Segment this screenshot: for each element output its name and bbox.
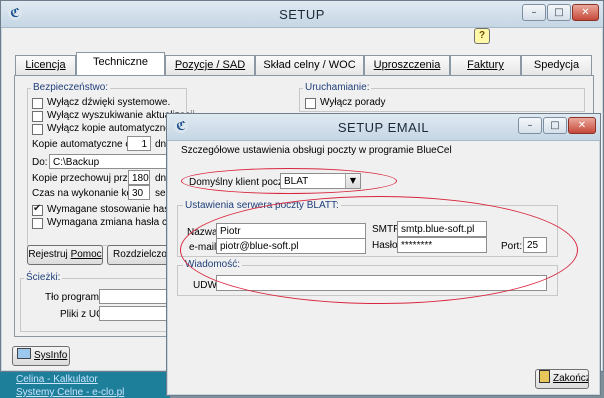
email-window: ℭ SETUP EMAIL – □ ✕ Szczegółowe ustawien…: [166, 113, 601, 396]
backup-dir-label: Do:: [32, 157, 48, 168]
disable-autocopy-checkbox[interactable]: [32, 124, 43, 135]
tab-faktury[interactable]: Faktury: [450, 55, 521, 75]
server-group-title: Ustawienia serwera poczty BLATT:: [183, 200, 341, 211]
keep-copies-input[interactable]: 180: [128, 170, 150, 185]
tab-spedycja[interactable]: Spedycja: [521, 55, 592, 75]
chevron-down-icon[interactable]: ▼: [345, 174, 360, 188]
disable-tips-label: Wyłącz porady: [320, 97, 386, 108]
disable-autocopy-label: Wyłącz kopie automatyczne.: [47, 123, 174, 134]
email-maximize-button[interactable]: □: [543, 117, 567, 134]
close-button[interactable]: ✕: [572, 4, 599, 21]
maximize-button[interactable]: □: [547, 4, 571, 21]
password-input[interactable]: ********: [397, 237, 487, 253]
minimize-button[interactable]: –: [522, 4, 546, 21]
paths-group-title: Ścieżki:: [24, 272, 63, 283]
email-minimize-button[interactable]: –: [518, 117, 542, 134]
ecllo-link[interactable]: Systemy Celne - e-clo.pl: [16, 387, 124, 398]
backup-dir-input[interactable]: C:\Backup: [49, 154, 179, 169]
message-group-title: Wiadomość:: [183, 259, 243, 270]
disable-tips-checkbox[interactable]: [305, 98, 316, 109]
tab-techniczne[interactable]: Techniczne: [76, 52, 165, 76]
auto-copy-days-input[interactable]: 1: [127, 136, 151, 151]
disable-sounds-checkbox[interactable]: [32, 98, 43, 109]
auto-copy-label: Kopie automatyczne co:: [32, 139, 139, 150]
email-description: Szczegółowe ustawienia obsługi poczty w …: [181, 145, 452, 156]
sysinfo-button[interactable]: SysInfo: [12, 346, 70, 366]
email-titlebar[interactable]: ℭ SETUP EMAIL – □ ✕: [167, 114, 600, 141]
email-label: e-mail:: [189, 242, 220, 253]
help-button[interactable]: ?: [474, 28, 490, 44]
disable-sounds-label: Wyłącz dźwięki systemowe.: [47, 97, 171, 108]
default-client-select[interactable]: BLAT ▼: [280, 173, 361, 189]
setup-titlebar[interactable]: ℭ SETUP – □ ✕: [1, 1, 603, 28]
default-client-label: Domyślny klient poczty:: [189, 177, 294, 188]
name-input[interactable]: Piotr: [216, 223, 366, 239]
paths-group: [20, 278, 190, 332]
require-password-label: Wymagane stosowanie haseł.: [47, 204, 180, 215]
tab-sklad-celny[interactable]: Skład celny / WOC: [255, 55, 364, 75]
email-close-button[interactable]: ✕: [568, 117, 596, 134]
email-input[interactable]: piotr@blue-soft.pl: [216, 238, 366, 254]
register-help-button[interactable]: Rejestruj Pomoc: [27, 245, 103, 265]
port-label: Port:: [501, 241, 523, 252]
question-icon: ?: [478, 30, 486, 41]
password-change-checkbox[interactable]: [32, 218, 43, 229]
setup-window-title: SETUP: [279, 7, 325, 22]
udw-input[interactable]: [216, 275, 547, 291]
disable-updates-checkbox[interactable]: [32, 111, 43, 122]
startup-group-title: Uruchamianie:: [303, 82, 372, 93]
tab-uproszczenia[interactable]: Uproszczenia: [364, 55, 450, 75]
computer-icon: [17, 348, 31, 359]
require-password-checkbox[interactable]: [32, 203, 43, 216]
exit-door-icon: [539, 370, 550, 383]
port-input[interactable]: 25: [523, 237, 547, 253]
keep-copies-label: Kopie przechowuj przez:: [32, 173, 141, 184]
tab-licencja[interactable]: Licencja: [15, 55, 76, 75]
copy-time-input[interactable]: 30: [128, 185, 150, 200]
tab-pozycje-sad[interactable]: Pozycje / SAD: [165, 55, 255, 75]
smtp-input[interactable]: smtp.blue-soft.pl: [397, 221, 487, 237]
finish-button[interactable]: Zakończ: [535, 369, 589, 389]
security-group-title: Bezpieczeństwo:: [31, 82, 111, 93]
calculator-link[interactable]: Celina - Kalkulator: [16, 374, 98, 385]
program-bg-label: Tło programu:: [45, 292, 108, 303]
